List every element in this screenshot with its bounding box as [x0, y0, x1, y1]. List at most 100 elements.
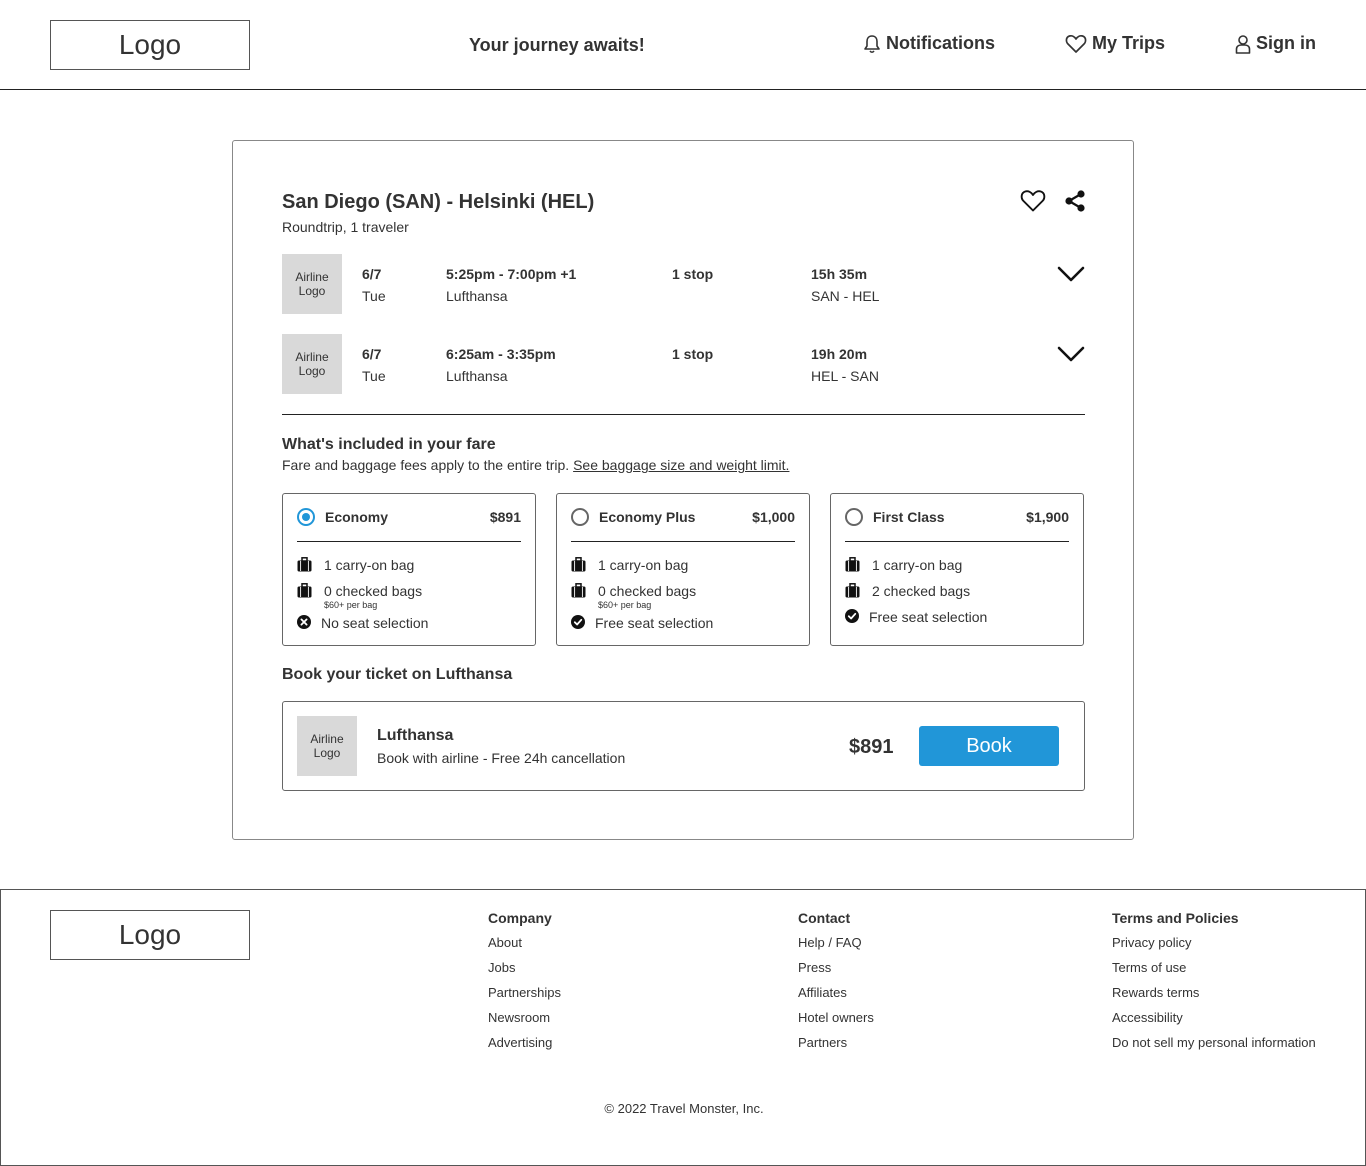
expand-flight-button[interactable] [1057, 266, 1085, 287]
footer-link[interactable]: Help / FAQ [798, 935, 874, 960]
fare-feature-label: No seat selection [321, 615, 429, 631]
footer-link[interactable]: Press [798, 960, 874, 985]
route-title: San Diego (SAN) - Helsinki (HEL) [282, 191, 595, 213]
footer-link[interactable]: Privacy policy [1112, 935, 1316, 960]
fare-radio[interactable] [571, 508, 589, 526]
fare-option-first-class[interactable]: First Class $1,900 1 carry-on bag 2 chec… [830, 493, 1084, 646]
flight-route: HEL - SAN [811, 368, 879, 384]
notifications-link[interactable]: Notifications [863, 33, 995, 54]
chevron-down-icon [1057, 266, 1085, 282]
section-divider [282, 414, 1085, 415]
bell-icon [864, 34, 880, 53]
footer-column-contact: Contact Help / FAQ Press Affiliates Hote… [798, 910, 874, 1060]
fare-feature-carry-on: 1 carry-on bag [297, 557, 414, 573]
fare-divider [571, 541, 795, 542]
footer-link[interactable]: Do not sell my personal information [1112, 1035, 1316, 1060]
fare-feature-subnote: $60+ per bag [324, 600, 378, 610]
sign-in-link[interactable]: Sign in [1235, 33, 1316, 54]
flight-airline: Lufthansa [446, 288, 508, 304]
fare-option-economy-plus[interactable]: Economy Plus $1,000 1 carry-on bag 0 che… [556, 493, 810, 646]
footer-column-terms: Terms and Policies Privacy policy Terms … [1112, 910, 1316, 1060]
airline-logo: Airline Logo [282, 334, 342, 394]
footer-logo[interactable]: Logo [50, 910, 250, 960]
footer-link[interactable]: Affiliates [798, 985, 874, 1010]
fare-radio-selected[interactable] [297, 508, 315, 526]
fare-feature-carry-on: 1 carry-on bag [571, 557, 688, 573]
fare-feature-checked: 0 checked bags $60+ per bag [571, 583, 696, 610]
save-trip-button[interactable] [1020, 189, 1046, 218]
fare-option-economy[interactable]: Economy $891 1 carry-on bag 0 checked ba… [282, 493, 536, 646]
footer-link[interactable]: Terms of use [1112, 960, 1316, 985]
flight-date: 6/7 [362, 266, 382, 282]
booking-airline: Lufthansa [377, 727, 454, 744]
fare-price: $891 [489, 509, 521, 525]
expand-flight-button[interactable] [1057, 346, 1085, 367]
heart-icon [1020, 190, 1046, 212]
my-trips-link[interactable]: My Trips [1065, 33, 1165, 54]
footer-link[interactable]: Partners [798, 1035, 874, 1060]
fare-feature-checked: 2 checked bags [845, 583, 970, 599]
share-icon [1065, 190, 1085, 212]
flight-route: SAN - HEL [811, 288, 880, 304]
share-button[interactable] [1063, 189, 1087, 218]
footer-link[interactable]: About [488, 935, 561, 960]
footer-link[interactable]: Newsroom [488, 1010, 561, 1035]
flight-duration: 19h 20m [811, 346, 868, 362]
footer-link[interactable]: Advertising [488, 1035, 561, 1060]
fare-feature-label: 0 checked bags [598, 583, 697, 599]
check-circle-icon [571, 615, 585, 629]
booking-price: $891 [849, 736, 894, 758]
site-header: Logo Your journey awaits! Notifications … [0, 0, 1366, 90]
suitcase-icon [845, 557, 860, 572]
my-trips-label: My Trips [1092, 33, 1166, 53]
fare-radio[interactable] [845, 508, 863, 526]
suitcase-icon [297, 557, 312, 572]
notifications-label: Notifications [886, 33, 996, 53]
flight-time-cell: 5:25pm - 7:00pm +1 Lufthansa [446, 266, 576, 304]
site-footer: Logo Company About Jobs Partnerships New… [0, 889, 1366, 1166]
fare-feature-text: 0 checked bags $60+ per bag [598, 583, 696, 610]
footer-link[interactable]: Partnerships [488, 985, 561, 1010]
footer-column-title: Contact [798, 910, 851, 926]
flight-row-outbound[interactable]: Airline Logo 6/7 Tue 5:25pm - 7:00pm +1 … [282, 254, 1085, 314]
fare-feature-label: Free seat selection [595, 615, 714, 631]
flight-stops-cell: 1 stop [672, 346, 713, 362]
check-circle-icon [845, 609, 859, 623]
book-button[interactable]: Book [919, 726, 1059, 766]
flight-stops-cell: 1 stop [672, 266, 713, 282]
flight-time-cell: 6:25am - 3:35pm Lufthansa [446, 346, 556, 384]
user-icon [1235, 34, 1251, 54]
footer-link[interactable]: Hotel owners [798, 1010, 874, 1035]
header-logo[interactable]: Logo [50, 20, 250, 70]
fare-name: Economy Plus [599, 509, 696, 525]
fare-name: First Class [873, 509, 945, 525]
airline-logo: Airline Logo [297, 716, 357, 776]
flight-duration-cell: 15h 35m SAN - HEL [811, 266, 879, 304]
booking-description: Book with airline - Free 24h cancellatio… [377, 750, 626, 766]
footer-column-title: Terms and Policies [1112, 910, 1239, 926]
fare-feature-seat: Free seat selection [845, 609, 987, 625]
flight-date-cell: 6/7 Tue [362, 266, 386, 304]
fare-price: $1,900 [1026, 509, 1069, 525]
footer-link[interactable]: Accessibility [1112, 1010, 1316, 1035]
fare-feature-label: 1 carry-on bag [598, 557, 689, 573]
flight-airline: Lufthansa [446, 368, 508, 384]
baggage-limit-link[interactable]: See baggage size and weight limit. [573, 457, 789, 473]
flight-stops: 1 stop [672, 346, 714, 362]
fare-note: Fare and baggage fees apply to the entir… [282, 457, 570, 473]
fare-price: $1,000 [752, 509, 795, 525]
flight-row-return[interactable]: Airline Logo 6/7 Tue 6:25am - 3:35pm Luf… [282, 334, 1085, 394]
fare-feature-carry-on: 1 carry-on bag [845, 557, 962, 573]
flight-day: Tue [362, 368, 386, 384]
flight-time: 6:25am - 3:35pm [446, 346, 556, 362]
fare-feature-label: Free seat selection [869, 609, 988, 625]
booking-option: Airline Logo Lufthansa Book with airline… [282, 701, 1085, 791]
fare-feature-checked: 0 checked bags $60+ per bag [297, 583, 422, 610]
fare-feature-label: 1 carry-on bag [324, 557, 415, 573]
fare-feature-label: 0 checked bags [324, 583, 423, 599]
trip-details-card: San Diego (SAN) - Helsinki (HEL) Roundtr… [232, 140, 1134, 840]
footer-link[interactable]: Rewards terms [1112, 985, 1316, 1010]
suitcase-icon [571, 583, 586, 598]
footer-link[interactable]: Jobs [488, 960, 561, 985]
footer-column-title: Company [488, 910, 552, 926]
